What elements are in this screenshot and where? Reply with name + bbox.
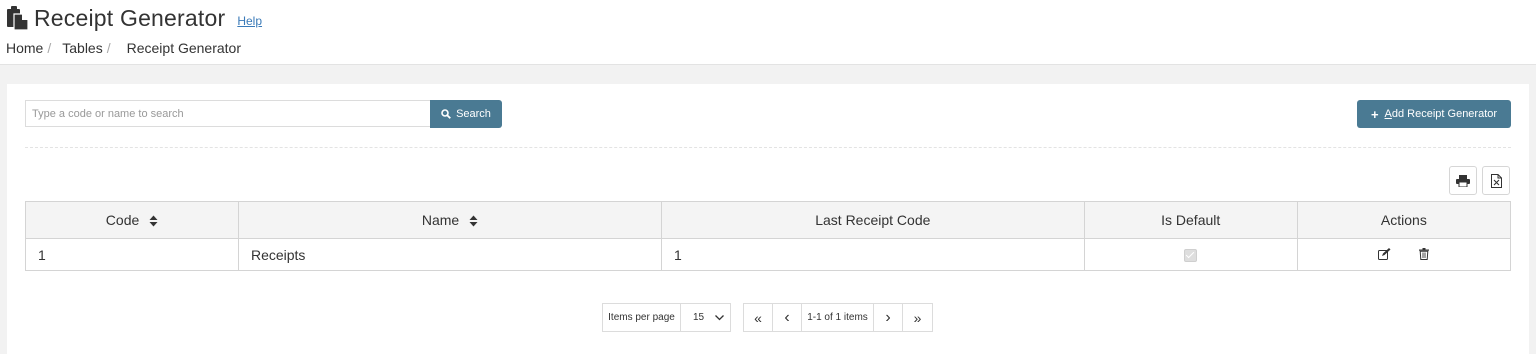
cell-actions: [1296, 238, 1512, 271]
content-card: Search + Add Receipt Generator Code: [7, 84, 1529, 354]
column-header-is-default: Is Default: [1083, 201, 1298, 239]
pagination: « ‹ 1-1 of 1 items › »: [743, 303, 933, 332]
search-button-label: Search: [456, 108, 491, 120]
first-page-button[interactable]: «: [743, 303, 773, 332]
last-page-button[interactable]: »: [902, 303, 933, 332]
breadcrumb-tables[interactable]: Tables: [62, 40, 102, 56]
breadcrumb-separator: /: [106, 40, 111, 56]
column-header-actions: Actions: [1296, 201, 1512, 239]
breadcrumb-current: Receipt Generator: [126, 40, 242, 56]
cell-code: 1: [25, 238, 239, 271]
table-row[interactable]: 1 Receipts 1: [25, 238, 1512, 271]
next-page-button[interactable]: ›: [873, 303, 903, 332]
breadcrumb-home[interactable]: Home: [6, 40, 43, 56]
help-link[interactable]: Help: [237, 14, 262, 28]
cell-is-default: [1083, 238, 1298, 271]
cell-last-receipt-code: 1: [660, 238, 1085, 271]
column-header-code[interactable]: Code: [25, 201, 239, 239]
search-icon: [441, 109, 451, 119]
page-size-select[interactable]: 15: [680, 303, 731, 332]
cell-name: Receipts: [237, 238, 662, 271]
print-icon: [1456, 174, 1470, 187]
trash-icon: [1419, 247, 1430, 260]
sort-icon: [469, 215, 478, 227]
column-header-name[interactable]: Name: [237, 201, 662, 239]
search-button[interactable]: Search: [430, 100, 502, 128]
excel-file-icon: [1490, 173, 1502, 188]
page-title: Receipt Generator: [34, 4, 226, 31]
delete-button[interactable]: [1419, 247, 1430, 260]
search-input[interactable]: [25, 100, 430, 127]
clipboard-icon: [6, 6, 28, 30]
column-header-last-receipt-code: Last Receipt Code: [660, 201, 1085, 239]
receipt-generator-table: Code Name Last Receipt Code Is Default A…: [25, 201, 1512, 271]
breadcrumb: Home / Tables / Receipt Generator: [6, 40, 241, 56]
sort-icon: [149, 215, 158, 227]
items-per-page-label: Items per page: [602, 303, 681, 332]
print-button[interactable]: [1449, 166, 1477, 195]
table-header-row: Code Name Last Receipt Code Is Default A…: [25, 201, 1512, 239]
add-button-label: Add Receipt Generator: [1384, 108, 1498, 120]
previous-page-button[interactable]: ‹: [772, 303, 802, 332]
plus-icon: +: [1370, 106, 1379, 122]
chevron-down-icon: [715, 314, 724, 320]
edit-button[interactable]: [1378, 247, 1391, 260]
add-receipt-generator-button[interactable]: + Add Receipt Generator: [1357, 100, 1511, 128]
breadcrumb-separator: /: [47, 40, 52, 56]
export-excel-button[interactable]: [1482, 166, 1510, 195]
divider: [25, 147, 1511, 148]
page-range-info: 1-1 of 1 items: [801, 303, 874, 332]
is-default-checkbox: [1184, 249, 1198, 263]
items-per-page-control: Items per page 15: [602, 303, 731, 332]
page-header: Receipt Generator Help Home / Tables / R…: [0, 0, 1536, 65]
edit-icon: [1378, 247, 1391, 260]
title-row: Receipt Generator Help: [6, 4, 262, 32]
page-size-value: 15: [693, 312, 705, 323]
